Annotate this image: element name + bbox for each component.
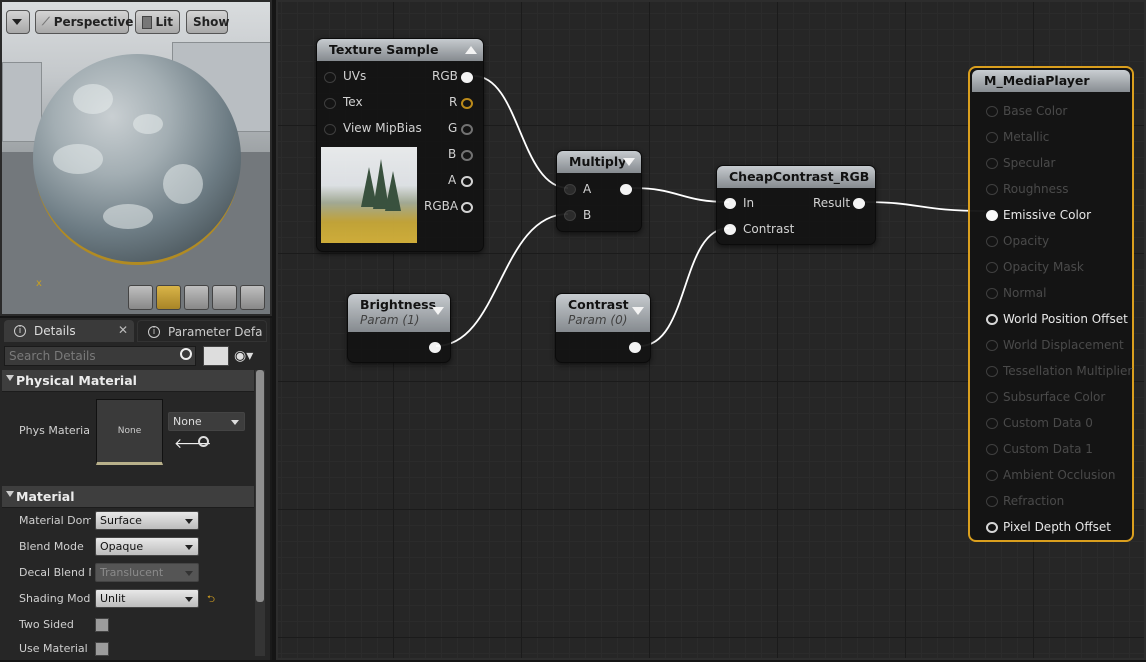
collapse-icon[interactable] bbox=[632, 307, 644, 315]
pin-label: World Displacement bbox=[1003, 338, 1124, 352]
input-pin[interactable] bbox=[986, 314, 998, 325]
input-pin[interactable] bbox=[986, 366, 998, 377]
r-output-pin[interactable] bbox=[461, 98, 473, 109]
pin-label: Base Color bbox=[1003, 104, 1068, 118]
input-pin[interactable] bbox=[986, 184, 998, 195]
input-pin[interactable] bbox=[986, 158, 998, 169]
input-pin[interactable] bbox=[986, 522, 998, 533]
input-pin[interactable] bbox=[986, 132, 998, 143]
b-output-pin[interactable] bbox=[461, 150, 473, 161]
input-pin[interactable] bbox=[986, 418, 998, 429]
wire-contrast-to-contrast bbox=[639, 227, 730, 347]
brightness-output-pin[interactable] bbox=[429, 342, 441, 353]
pin-label: Custom Data 0 bbox=[1003, 416, 1093, 430]
input-pin[interactable] bbox=[986, 444, 998, 455]
a-input-pin[interactable] bbox=[564, 184, 576, 195]
texture-thumbnail bbox=[321, 147, 417, 243]
g-output-pin[interactable] bbox=[461, 124, 473, 135]
wire-rgb-to-multiply-a bbox=[473, 75, 569, 189]
input-pin[interactable] bbox=[986, 470, 998, 481]
multiply-node[interactable]: Multiply A B bbox=[556, 150, 642, 232]
rgb-output-pin[interactable] bbox=[461, 72, 473, 83]
material-result-node[interactable]: M_MediaPlayer Base Color Metallic Specular… bbox=[968, 66, 1134, 542]
pin-label: Specular bbox=[1003, 156, 1056, 170]
wire-multiply-to-in bbox=[630, 187, 730, 203]
tex-input-pin[interactable] bbox=[324, 98, 336, 109]
result-output-pin[interactable] bbox=[853, 198, 865, 209]
brightness-node[interactable]: Brightness Param (1) bbox=[347, 293, 451, 363]
input-pin[interactable] bbox=[986, 496, 998, 507]
collapse-icon[interactable] bbox=[432, 307, 444, 315]
collapse-icon[interactable] bbox=[465, 46, 477, 54]
pin-label: Tessellation Multiplier bbox=[1003, 364, 1133, 378]
contrast-output-pin[interactable] bbox=[629, 342, 641, 353]
cheap-contrast-node[interactable]: CheapContrast_RGB In Contrast Result bbox=[716, 165, 876, 245]
pin-label: Pixel Depth Offset bbox=[1003, 520, 1111, 534]
node-title: M_MediaPlayer bbox=[972, 70, 1130, 92]
pin-label: Opacity bbox=[1003, 234, 1050, 248]
pin-label: World Position Offset bbox=[1003, 312, 1128, 326]
pin-label: Custom Data 1 bbox=[1003, 442, 1093, 456]
input-pin[interactable] bbox=[986, 392, 998, 403]
a-output-pin[interactable] bbox=[461, 176, 473, 187]
collapse-icon[interactable] bbox=[623, 158, 635, 166]
mipbias-input-pin[interactable] bbox=[324, 124, 336, 135]
input-pin[interactable] bbox=[986, 210, 998, 221]
texture-sample-node[interactable]: Texture Sample UVs Tex View MipBias RGB … bbox=[316, 38, 484, 252]
pin-label: Emissive Color bbox=[1003, 208, 1092, 222]
rgba-output-pin[interactable] bbox=[461, 202, 473, 213]
b-input-pin[interactable] bbox=[564, 210, 576, 221]
uvs-input-pin[interactable] bbox=[324, 72, 336, 83]
node-title: Texture Sample bbox=[317, 39, 483, 61]
contrast-param-node[interactable]: Contrast Param (0) bbox=[555, 293, 651, 363]
node-title: CheapContrast_RGB bbox=[717, 166, 875, 188]
in-input-pin[interactable] bbox=[724, 198, 736, 209]
pin-label: Ambient Occlusion bbox=[1003, 468, 1116, 482]
multiply-output-pin[interactable] bbox=[620, 184, 632, 195]
input-pin[interactable] bbox=[986, 236, 998, 247]
pin-label: Refraction bbox=[1003, 494, 1065, 508]
input-pin[interactable] bbox=[986, 288, 998, 299]
input-pin[interactable] bbox=[986, 262, 998, 273]
pin-label: Subsurface Color bbox=[1003, 390, 1106, 404]
pin-label: Normal bbox=[1003, 286, 1047, 300]
pin-label: Metallic bbox=[1003, 130, 1050, 144]
contrast-input-pin[interactable] bbox=[724, 224, 736, 235]
wire-result-to-emissive bbox=[863, 201, 986, 212]
pin-label: Opacity Mask bbox=[1003, 260, 1084, 274]
input-pin[interactable] bbox=[986, 340, 998, 351]
pin-label: Roughness bbox=[1003, 182, 1069, 196]
input-pin[interactable] bbox=[986, 106, 998, 117]
